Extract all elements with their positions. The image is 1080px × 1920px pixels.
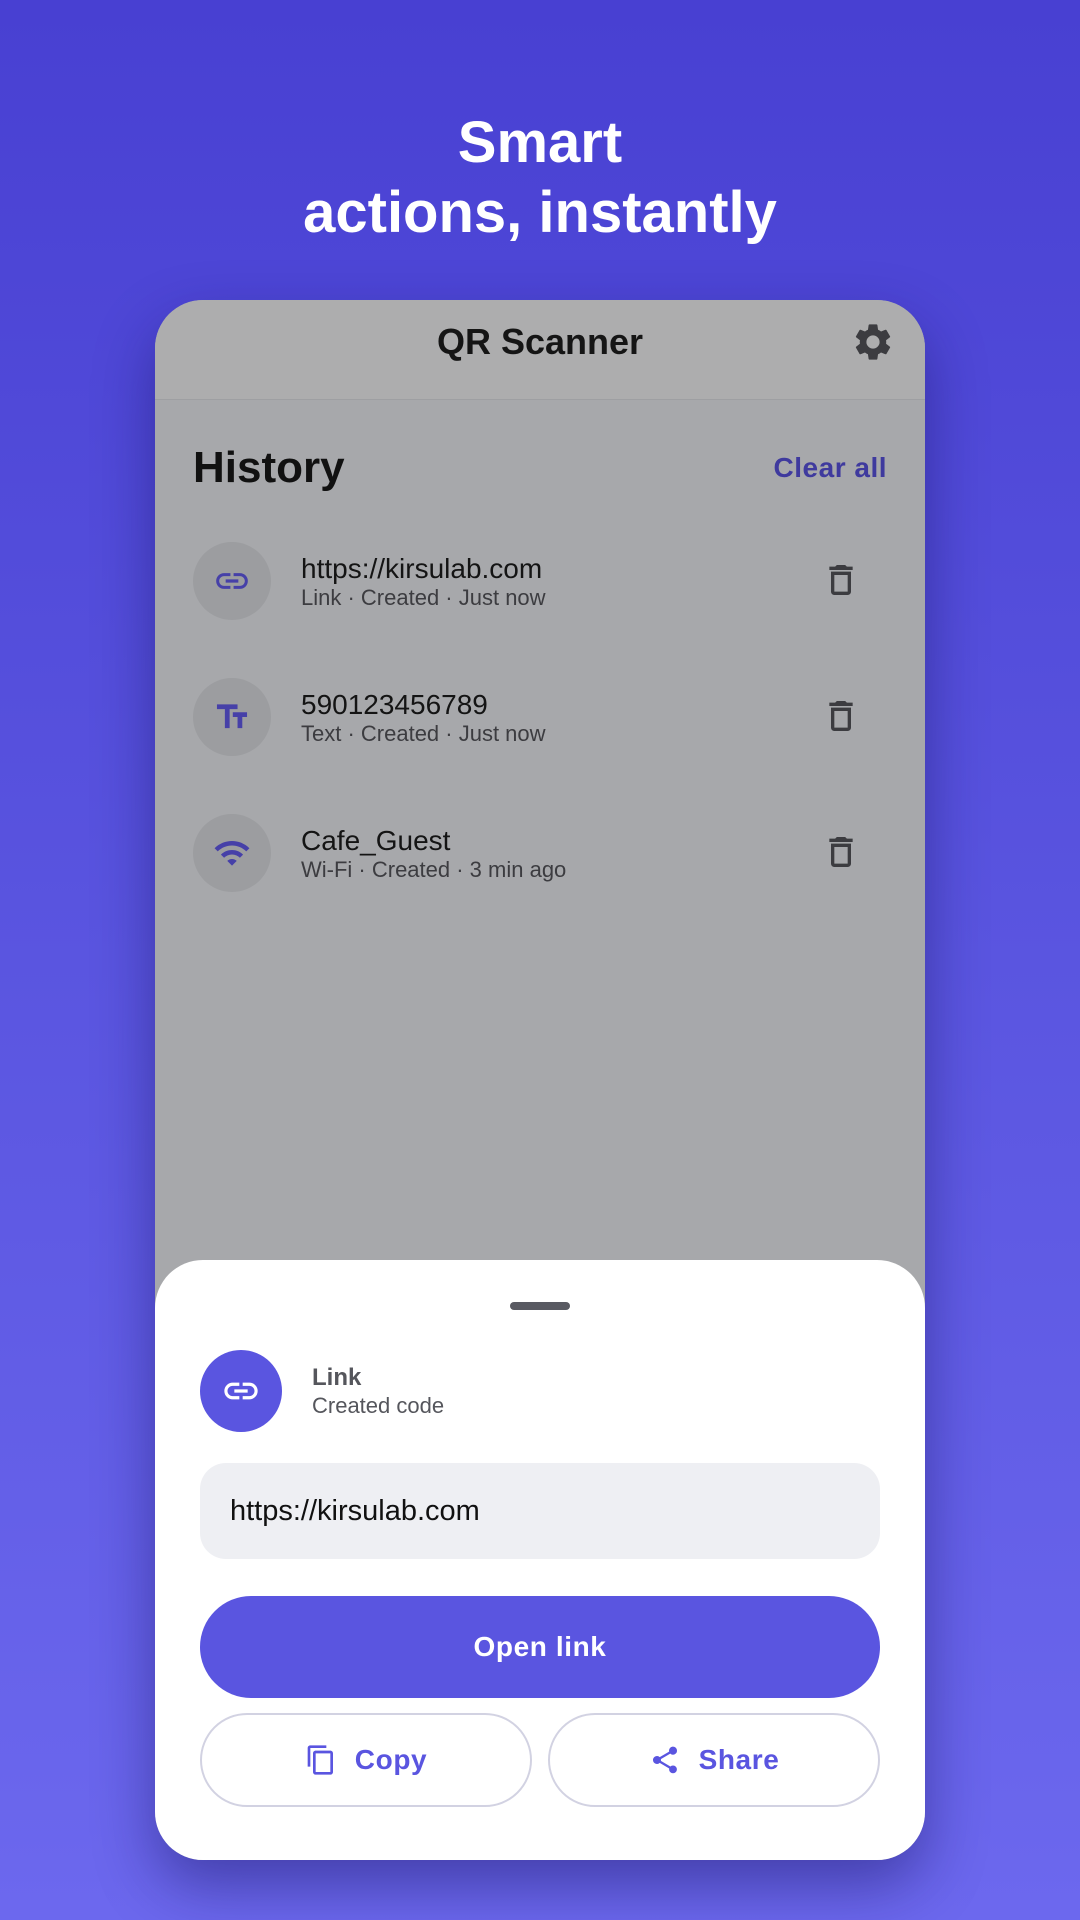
open-link-button[interactable]: Open link [200, 1596, 880, 1698]
code-content-text: https://kirsulab.com [230, 1494, 480, 1527]
history-list: https://kirsulab.com Link · Created · Ju… [155, 540, 925, 948]
delete-button[interactable] [821, 560, 861, 600]
trash-icon [829, 837, 853, 867]
history-item-icon-badge [193, 542, 271, 620]
history-item-subtitle: Wi-Fi · Created · 3 min ago [301, 857, 567, 882]
headline-line-1: Smart [457, 110, 623, 175]
share-label: Share [698, 1744, 780, 1775]
history-item[interactable]: https://kirsulab.com Link · Created · Ju… [155, 540, 925, 676]
code-type-subtitle: Created code [312, 1393, 445, 1418]
history-item-title: https://kirsulab.com [301, 553, 543, 584]
result-bottom-sheet: Link Created code https://kirsulab.com O… [155, 1260, 925, 1860]
share-icon [652, 1746, 677, 1774]
history-heading: History [193, 443, 345, 492]
history-item-icon-badge [193, 678, 271, 756]
code-type-label: Link [312, 1364, 362, 1391]
link-icon [224, 1382, 258, 1400]
history-item-title: Cafe_Guest [301, 825, 451, 856]
app-title: QR Scanner [436, 321, 644, 362]
text-icon [216, 704, 248, 729]
phone-screen: QR Scanner History Clear all https://kir… [155, 300, 925, 1860]
clear-all-button[interactable]: Clear all [774, 450, 887, 486]
delete-button[interactable] [821, 832, 861, 872]
delete-button[interactable] [821, 696, 861, 736]
copy-label: Copy [354, 1744, 428, 1775]
open-link-label: Open link [473, 1631, 607, 1662]
history-item-title: 590123456789 [301, 689, 488, 720]
wifi-icon [214, 841, 250, 866]
history-item-icon-badge [193, 814, 271, 892]
sheet-drag-handle[interactable] [510, 1302, 570, 1310]
history-item-subtitle: Link · Created · Just now [301, 585, 546, 610]
history-item[interactable]: 590123456789 Text · Created · Just now [155, 676, 925, 812]
trash-icon [829, 565, 853, 595]
copy-button[interactable]: Copy [200, 1713, 532, 1807]
history-item-subtitle: Text · Created · Just now [301, 721, 546, 746]
trash-icon [829, 701, 853, 731]
gear-icon [855, 324, 891, 360]
settings-button[interactable] [851, 320, 895, 364]
headline-line-2: actions, instantly [303, 180, 777, 245]
promo-headline: Smart actions, instantly [0, 108, 1080, 248]
copy-icon [307, 1745, 333, 1775]
code-content-field[interactable]: https://kirsulab.com [200, 1463, 880, 1559]
type-avatar [200, 1350, 282, 1432]
app-bar: QR Scanner [155, 300, 925, 400]
link-icon [216, 573, 248, 589]
share-button[interactable]: Share [548, 1713, 880, 1807]
history-item[interactable]: Cafe_Guest Wi-Fi · Created · 3 min ago [155, 812, 925, 948]
